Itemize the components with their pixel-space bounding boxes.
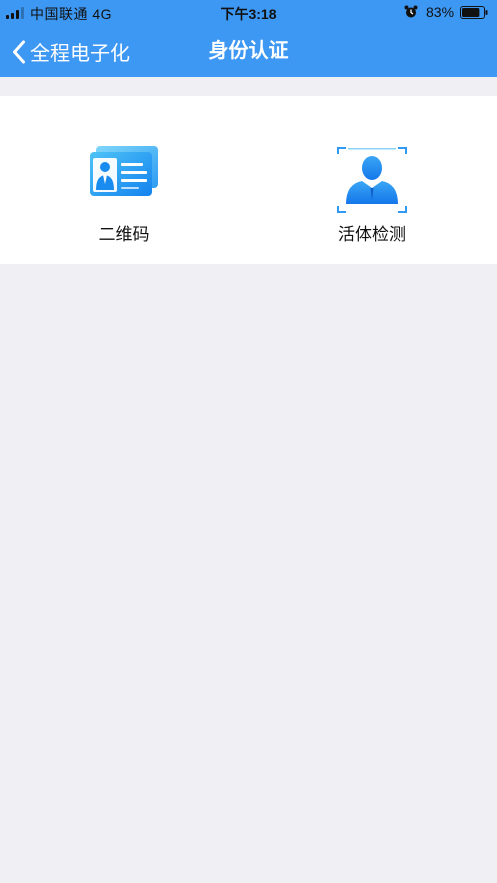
alarm-icon [404,5,418,18]
liveness-detection-option[interactable]: 活体检测 [248,96,496,264]
id-card-icon [90,146,158,196]
page-title: 身份认证 [208,40,289,62]
option-label: 活体检测 [338,225,406,244]
battery-icon [460,6,488,19]
face-scan-icon [337,147,407,213]
auth-options-panel: 二维码 活体检测 [0,96,497,264]
qr-code-option[interactable]: 二维码 [0,96,248,264]
top-bar: 中国联通 4G 下午3:18 83% 全程电子化 身份认证 [0,0,497,77]
status-time: 下午3:18 [220,6,277,22]
status-bar: 中国联通 4G 下午3:18 83% [0,0,497,26]
battery-percent: 83% [426,4,455,20]
option-label: 二维码 [98,225,150,244]
nav-bar: 全程电子化 身份认证 [0,26,497,77]
